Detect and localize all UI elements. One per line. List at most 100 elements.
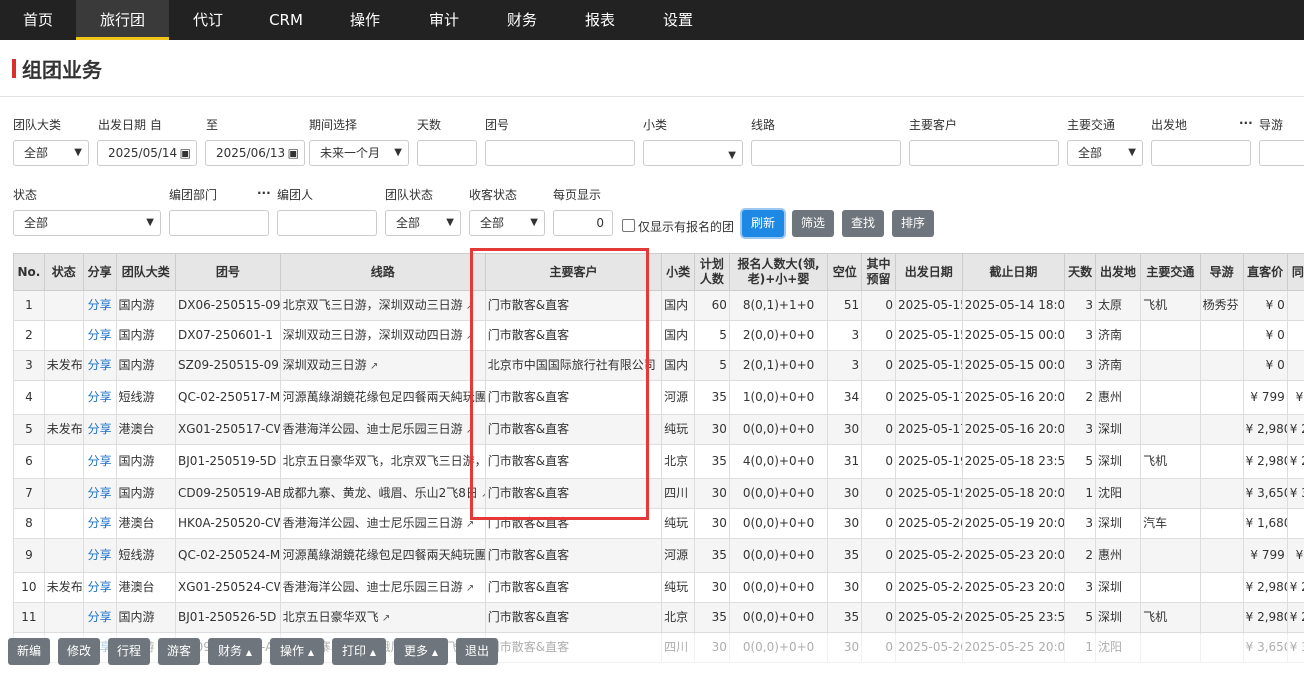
external-link-icon[interactable]: ↗	[463, 519, 474, 530]
nav-item-booking[interactable]: 代订	[169, 0, 247, 40]
subcat-select[interactable]: ▼	[643, 140, 743, 166]
nav-item-settings[interactable]: 设置	[639, 0, 717, 40]
itinerary-button[interactable]: 行程	[108, 638, 150, 665]
table-row[interactable]: 10 未发布 分享 港澳台 XG01-250524-CW 香港海洋公园、迪士尼乐园三日游 …	[13, 572, 1304, 603]
row-no-cell: 5	[13, 414, 45, 445]
nav-item-audit[interactable]: 审计	[405, 0, 483, 40]
row-share-link[interactable]: 分享	[82, 572, 117, 603]
row-direct-price-cell: ¥ 2,980	[1242, 444, 1288, 479]
external-link-icon[interactable]: ↗	[478, 489, 484, 500]
status-select[interactable]: 全部 ▼	[13, 210, 161, 236]
only-signed-checkbox[interactable]	[622, 219, 635, 232]
col-header-route[interactable]: 线路	[279, 253, 486, 291]
row-share-link[interactable]: 分享	[82, 414, 117, 445]
search-button[interactable]: 查找	[842, 210, 884, 237]
row-share-link[interactable]: 分享	[82, 602, 117, 633]
edit-button[interactable]: 修改	[58, 638, 100, 665]
row-days-cell: 5	[1064, 602, 1096, 633]
col-header-no[interactable]: No.	[13, 253, 45, 291]
col-header-subcat[interactable]: 小类	[661, 253, 695, 291]
team-status-select[interactable]: 全部 ▼	[385, 210, 461, 236]
team-no-input[interactable]	[485, 140, 635, 166]
row-team-no-cell: SZ09-250515-093	[175, 350, 281, 381]
col-header-transport[interactable]: 主要交通	[1140, 253, 1201, 291]
col-header-share[interactable]: 分享	[82, 253, 117, 291]
origin-input[interactable]	[1151, 140, 1251, 166]
transport-select[interactable]: 全部 ▼	[1067, 140, 1143, 166]
row-share-link[interactable]: 分享	[82, 508, 117, 539]
col-header-deadline[interactable]: 截止日期	[961, 253, 1066, 291]
depart-to-date-input[interactable]: 2025/06/13 ▣	[205, 140, 305, 166]
row-signed-cell: 0(0,0)+0+0	[728, 478, 829, 509]
table-row[interactable]: 7 分享国内游CD09-250519-AB9成都九寨、黄龙、峨眉、乐山2飞8日 ↗…	[13, 478, 1304, 509]
nav-item-crm[interactable]: CRM	[247, 0, 325, 40]
col-header-guide[interactable]: 导游	[1199, 253, 1244, 291]
row-share-link[interactable]: 分享	[82, 478, 117, 509]
table-row[interactable]: 1 分享 国内游 DX06-250515-093 北京双飞三日游，深圳双动三日游 ↗ 门市…	[13, 290, 1304, 321]
table-row[interactable]: 9 分享短线游QC-02-250524-MS河源萬綠湖鏡花缘包足四餐兩天純玩團 ↗…	[13, 538, 1304, 573]
guide-input[interactable]	[1259, 140, 1304, 166]
operation-menu-button[interactable]: 操作 ▲	[270, 638, 324, 665]
table-row[interactable]: 3 未发布 分享 国内游 SZ09-250515-093 深圳双动三日游 ↗ 北京市中国国际…	[13, 350, 1304, 381]
row-share-link[interactable]: 分享	[82, 380, 117, 415]
col-header-peer-price[interactable]: 同行价	[1286, 253, 1304, 291]
page-size-input[interactable]: 0	[553, 210, 613, 236]
row-share-link[interactable]: 分享	[82, 290, 117, 321]
row-share-link[interactable]: 分享	[82, 444, 117, 479]
col-header-days[interactable]: 天数	[1064, 253, 1096, 291]
team-major-label: 团队大类	[13, 118, 62, 132]
col-header-plan[interactable]: 计划人数	[693, 253, 730, 291]
refresh-button[interactable]: 刷新	[742, 210, 784, 237]
row-share-link[interactable]: 分享	[82, 350, 117, 381]
print-menu-button[interactable]: 打印 ▲	[332, 638, 386, 665]
col-header-main-customer[interactable]: 主要客户	[484, 253, 663, 291]
col-header-vacancy[interactable]: 空位	[827, 253, 863, 291]
external-link-icon[interactable]: ↗	[463, 301, 474, 312]
filter-button[interactable]: 筛选	[792, 210, 834, 237]
more-menu-button[interactable]: 更多 ▲	[394, 638, 448, 665]
nav-item-operation[interactable]: 操作	[325, 0, 405, 40]
editor-input[interactable]	[277, 210, 377, 236]
table-row[interactable]: 8 分享 港澳台 HK0A-250520-CW 香港海洋公园、迪士尼乐园三日游 ↗ 门市散…	[13, 508, 1304, 539]
col-header-status[interactable]: 状态	[43, 253, 84, 291]
col-header-team-no[interactable]: 团号	[175, 253, 281, 291]
table-row[interactable]: 5 未发布 分享 港澳台 XG01-250517-CW 香港海洋公园、迪士尼乐园三日游 ↗…	[13, 414, 1304, 445]
main-customer-input[interactable]	[909, 140, 1059, 166]
col-header-origin[interactable]: 出发地	[1094, 253, 1142, 291]
exit-button[interactable]: 退出	[456, 638, 498, 665]
days-input[interactable]	[417, 140, 477, 166]
col-header-direct-price[interactable]: 直客价	[1242, 253, 1288, 291]
nav-item-tour-group[interactable]: 旅行团	[76, 0, 169, 40]
new-button[interactable]: 新编	[8, 638, 50, 665]
table-row[interactable]: 4 分享短线游QC-02-250517-MS河源萬綠湖鏡花缘包足四餐兩天純玩團 ↗…	[13, 380, 1304, 415]
row-share-link[interactable]: 分享	[82, 320, 117, 351]
team-major-select[interactable]: 全部 ▼	[13, 140, 89, 166]
dept-input[interactable]	[169, 210, 269, 236]
origin-more-button[interactable]: ...	[1239, 113, 1253, 127]
col-header-depart-date[interactable]: 出发日期	[894, 253, 963, 291]
nav-item-reports[interactable]: 报表	[561, 0, 639, 40]
table-row[interactable]: 6 分享国内游BJ01-250519-5D北京五日豪华双飞，北京双飞三日游，深圳双…	[13, 444, 1304, 479]
table-row[interactable]: 11 分享 国内游 BJ01-250526-5D 北京五日豪华双飞 ↗ 门市散客&直客 北京…	[13, 602, 1304, 633]
collect-status-select[interactable]: 全部 ▼	[469, 210, 545, 236]
col-header-signed[interactable]: 报名人数大(领,老)+小+婴	[728, 253, 829, 291]
only-signed-label[interactable]: 仅显示有报名的团	[638, 218, 734, 235]
nav-item-finance[interactable]: 财务	[483, 0, 561, 40]
finance-menu-button[interactable]: 财务 ▲	[208, 638, 262, 665]
col-header-reserved[interactable]: 其中预留	[861, 253, 896, 291]
external-link-icon[interactable]: ↗	[463, 583, 474, 594]
depart-from-date-input[interactable]: 2025/05/14 ▣	[97, 140, 197, 166]
external-link-icon[interactable]: ↗	[367, 361, 378, 372]
row-share-link[interactable]: 分享	[82, 538, 117, 573]
tourist-button[interactable]: 游客	[158, 638, 200, 665]
external-link-icon[interactable]: ↗	[379, 613, 390, 624]
table-row[interactable]: 2 分享 国内游 DX07-250601-1 深圳双动三日游，深圳双动四日游 ↗ 门市散客…	[13, 320, 1304, 351]
dept-more-button[interactable]: ...	[257, 183, 271, 197]
external-link-icon[interactable]: ↗	[463, 425, 474, 436]
sort-button[interactable]: 排序	[892, 210, 934, 237]
period-select[interactable]: 未来一个月 ▼	[309, 140, 409, 166]
nav-item-home[interactable]: 首页	[0, 0, 76, 40]
route-input[interactable]	[751, 140, 901, 166]
col-header-category[interactable]: 团队大类	[115, 253, 177, 291]
external-link-icon[interactable]: ↗	[463, 331, 474, 342]
